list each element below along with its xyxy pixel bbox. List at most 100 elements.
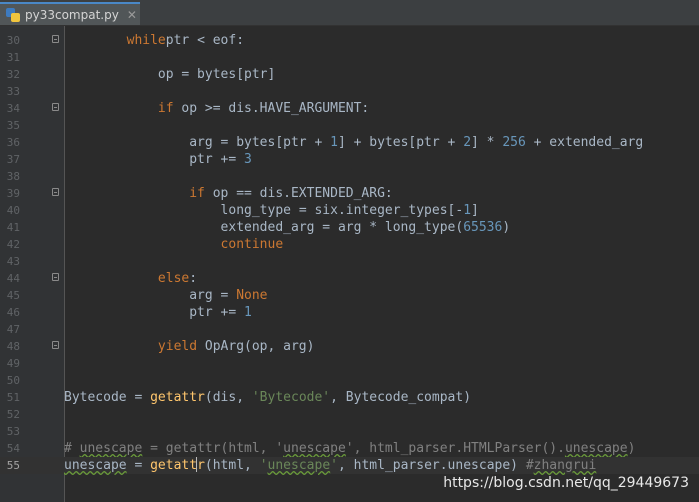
code-text: whileptr < eof: xyxy=(64,32,244,49)
code-line[interactable]: 51 Bytecode = getattr(dis, 'Bytecode', By… xyxy=(0,389,699,406)
code-text: extended_arg = arg * long_type(65536) xyxy=(64,219,511,236)
line-number: 48 xyxy=(6,340,20,353)
line-number: 51 xyxy=(6,391,20,404)
code-line[interactable]: 50 xyxy=(0,372,699,389)
code-line[interactable]: 42 continue xyxy=(0,236,699,253)
code-token: + extended_arg xyxy=(525,135,644,150)
line-number: 52 xyxy=(6,408,20,421)
line-number: 34 xyxy=(6,102,20,115)
code-line[interactable]: 47 xyxy=(0,321,699,338)
line-number: 31 xyxy=(6,51,20,64)
line-number: 50 xyxy=(6,374,20,387)
code-text: arg = bytes[ptr + 1] + bytes[ptr + 2] * … xyxy=(64,134,643,151)
line-number: 44 xyxy=(6,272,20,285)
code-token: arg = bytes[ptr + xyxy=(189,135,331,150)
close-tab-icon[interactable]: ✕ xyxy=(127,8,137,22)
line-number: 36 xyxy=(6,136,20,149)
fold-marker-icon[interactable] xyxy=(52,103,59,111)
line-number: 39 xyxy=(6,187,20,200)
code-token: ', html_parser.HTMLParser(). xyxy=(345,441,565,456)
line-number: 41 xyxy=(6,221,20,234)
code-line[interactable]: 41 extended_arg = arg * long_type(65536) xyxy=(0,219,699,236)
code-token: ) xyxy=(502,220,511,235)
watermark-text: https://blog.csdn.net/qq_29449673 xyxy=(443,475,689,491)
editor-tab-bar: py33compat.py ✕ xyxy=(0,0,699,26)
code-token: # xyxy=(64,441,80,456)
code-token: ] xyxy=(471,203,479,218)
code-token: OpArg(op, arg) xyxy=(197,339,315,354)
code-token: 1 xyxy=(463,203,472,218)
code-token: extended_arg = arg * long_type( xyxy=(220,220,464,235)
code-line[interactable]: 40 long_type = six.integer_types[-1] xyxy=(0,202,699,219)
line-number: 40 xyxy=(6,204,20,217)
code-line[interactable]: 52 xyxy=(0,406,699,423)
code-line[interactable]: 37 ptr += 3 xyxy=(0,151,699,168)
code-text: ptr += 1 xyxy=(64,304,252,321)
line-number: 49 xyxy=(6,357,20,370)
code-line[interactable]: 43 xyxy=(0,253,699,270)
code-token: ptr += xyxy=(189,152,245,167)
code-token: op == dis.EXTENDED_ARG: xyxy=(204,186,393,201)
code-line[interactable]: 35 xyxy=(0,117,699,134)
code-line[interactable]: 55 unescape = getattr(html, 'unescape', h… xyxy=(0,457,699,474)
code-line[interactable]: 33 xyxy=(0,83,699,100)
code-line[interactable]: 34 if op >= dis.HAVE_ARGUMENT: xyxy=(0,100,699,117)
code-token: unescape xyxy=(79,441,143,456)
code-line[interactable]: 38 xyxy=(0,168,699,185)
code-token: 65536 xyxy=(463,220,503,235)
code-token: ' xyxy=(330,458,338,473)
code-token: = getattr(html, ' xyxy=(142,441,284,456)
file-tab-py33compat[interactable]: py33compat.py ✕ xyxy=(0,2,140,25)
code-line[interactable]: 44 else: xyxy=(0,270,699,287)
code-token: (html, xyxy=(204,458,260,473)
code-text: Bytecode = getattr(dis, 'Bytecode', Byte… xyxy=(64,389,471,406)
code-line[interactable]: 32 op = bytes[ptr] xyxy=(0,66,699,83)
code-line[interactable]: 45 arg = None xyxy=(0,287,699,304)
code-token: unescape xyxy=(267,458,331,473)
code-text: long_type = six.integer_types[-1] xyxy=(64,202,479,219)
code-token: : xyxy=(189,271,198,286)
fold-marker-icon[interactable] xyxy=(52,273,59,281)
code-token: yield xyxy=(157,339,198,354)
code-token: if xyxy=(157,101,174,116)
python-file-icon xyxy=(6,7,20,22)
code-line[interactable]: 46 ptr += 1 xyxy=(0,304,699,321)
code-token: while xyxy=(126,33,166,48)
code-token: # xyxy=(525,458,534,473)
code-text: unescape = getattr(html, 'unescape', htm… xyxy=(64,457,596,474)
code-text: continue xyxy=(64,236,284,253)
line-number: 47 xyxy=(6,323,20,336)
code-line[interactable]: 49 xyxy=(0,355,699,372)
code-token: long_type = six.integer_types[- xyxy=(220,203,464,218)
code-token: r xyxy=(197,458,205,473)
code-token: = xyxy=(126,458,151,473)
code-line[interactable]: 36 arg = bytes[ptr + 1] + bytes[ptr + 2]… xyxy=(0,134,699,151)
line-number: 35 xyxy=(6,119,20,132)
code-token: 256 xyxy=(502,135,526,150)
code-text: else: xyxy=(64,270,197,287)
code-token: ptr < eof: xyxy=(165,33,245,48)
code-line[interactable]: 54 # unescape = getattr(html, 'unescape',… xyxy=(0,440,699,457)
fold-marker-icon[interactable] xyxy=(52,35,59,43)
code-token: op >= dis.HAVE_ARGUMENT: xyxy=(173,101,370,116)
code-text: yield OpArg(op, arg) xyxy=(64,338,315,355)
code-token: 2 xyxy=(463,135,472,150)
code-line[interactable]: 39 if op == dis.EXTENDED_ARG: xyxy=(0,185,699,202)
code-token: , html_parser.unescape) xyxy=(337,458,526,473)
fold-marker-icon[interactable] xyxy=(52,188,59,196)
line-number: 33 xyxy=(6,85,20,98)
line-number: 42 xyxy=(6,238,20,251)
code-token: unescape xyxy=(564,441,628,456)
code-line[interactable]: 48 yield OpArg(op, arg) xyxy=(0,338,699,355)
code-line[interactable]: 31 xyxy=(0,49,699,66)
code-token: Bytecode = xyxy=(64,390,151,405)
code-line[interactable]: 53 xyxy=(0,423,699,440)
line-number: 53 xyxy=(6,425,20,438)
line-number: 45 xyxy=(6,289,20,302)
code-token: 1 xyxy=(244,305,252,320)
code-editor[interactable]: 30 whileptr < eof: 31 32 op = bytes[ptr] 33… xyxy=(0,26,699,502)
code-token: continue xyxy=(220,237,284,252)
code-line[interactable]: 30 whileptr < eof: xyxy=(0,32,699,49)
fold-marker-icon[interactable] xyxy=(52,341,59,349)
code-token: ) xyxy=(627,441,636,456)
